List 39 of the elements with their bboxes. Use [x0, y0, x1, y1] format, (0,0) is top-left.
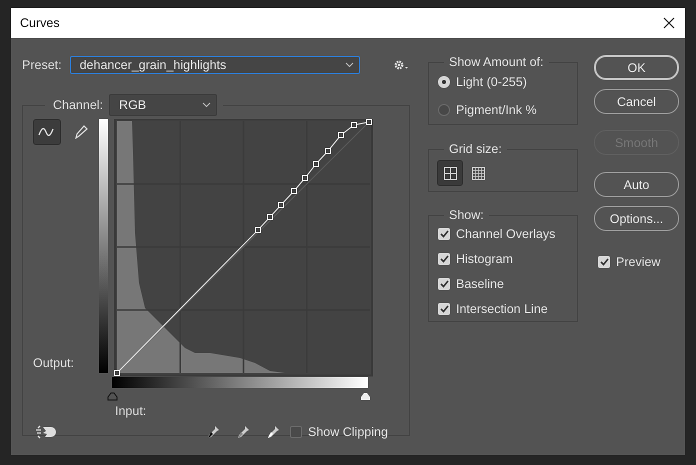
input-label: Input:: [115, 404, 148, 418]
dialog-button[interactable]: Cancel: [594, 89, 679, 114]
targeted-adjustment-icon[interactable]: [35, 424, 57, 440]
close-icon[interactable]: [663, 17, 675, 29]
window-title: Curves: [20, 16, 60, 30]
settings-icon[interactable]: [392, 59, 409, 71]
caret-icon: [344, 62, 354, 68]
coarse-grid-icon[interactable]: [437, 160, 463, 186]
caret-icon: [202, 102, 212, 108]
checkbox-label: Intersection Line: [456, 302, 548, 316]
eyedropper-icon[interactable]: [235, 424, 251, 440]
dialog-button[interactable]: OK: [594, 55, 679, 80]
group-title: Grid size:: [448, 142, 503, 156]
checkbox-label: Channel Overlays: [456, 227, 556, 241]
checkbox-label: Baseline: [456, 277, 504, 291]
slider-handle[interactable]: [361, 393, 370, 400]
dialog-button[interactable]: Auto: [594, 172, 679, 197]
checkbox-label: Histogram: [456, 252, 513, 266]
curve-tool[interactable]: [33, 119, 61, 145]
slider-handle[interactable]: [108, 392, 118, 400]
checkbox[interactable]: [290, 426, 302, 438]
checkbox-label: Preview: [616, 255, 660, 269]
radio-label: Light (0-255): [456, 75, 527, 89]
eyedropper-icon[interactable]: [265, 424, 281, 440]
preset-dropdown[interactable]: dehancer_grain_highlights: [70, 56, 360, 74]
output-label: Output:: [33, 356, 75, 370]
dialog-button[interactable]: Options...: [594, 206, 679, 231]
channel-dropdown[interactable]: RGB: [109, 94, 218, 116]
radio-button[interactable]: [438, 104, 450, 116]
radio-label: Pigment/Ink %: [456, 103, 537, 117]
curve-icon: [38, 125, 56, 139]
preset-label: Preset:: [22, 58, 62, 72]
pencil-icon: [72, 125, 90, 139]
checkbox-label: Show Clipping: [308, 425, 388, 439]
group-title: Show Amount of:: [448, 55, 545, 69]
channel-label: Channel:: [53, 98, 104, 112]
eyedropper-icon[interactable]: [205, 424, 221, 440]
input-slider[interactable]: [108, 377, 370, 400]
group-title: Show:: [448, 208, 485, 222]
